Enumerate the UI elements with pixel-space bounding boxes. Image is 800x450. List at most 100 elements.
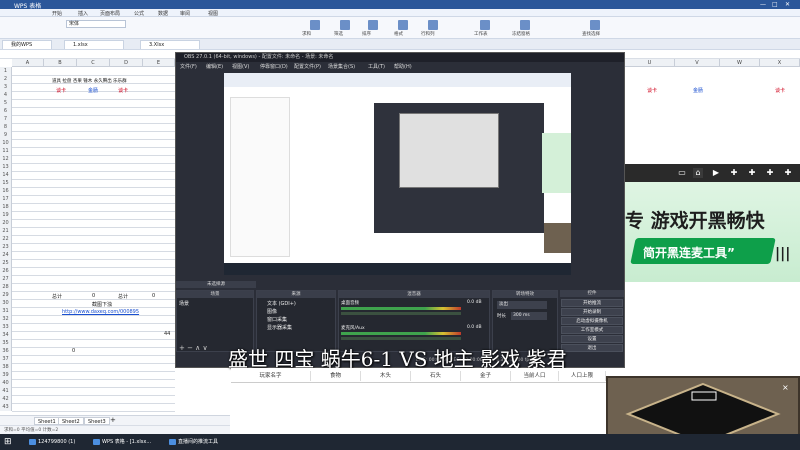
row-header[interactable]: 28 xyxy=(0,283,12,291)
row-header[interactable]: 35 xyxy=(0,339,12,347)
duration-input[interactable]: 300 ms xyxy=(511,312,547,320)
menu-layout[interactable]: 页面布局 xyxy=(100,10,120,17)
row-header[interactable]: 3 xyxy=(0,83,12,91)
menu-formula[interactable]: 公式 xyxy=(134,10,144,17)
find-icon[interactable] xyxy=(590,20,600,30)
gamepad-icon-2[interactable]: ✚ xyxy=(747,168,757,178)
taskbar-item-obs[interactable]: 直播间的推流工具 xyxy=(168,437,218,447)
row-header[interactable]: 15 xyxy=(0,179,12,187)
fader-desktop[interactable] xyxy=(341,312,461,315)
row-header[interactable]: 33 xyxy=(0,323,12,331)
maximize-icon[interactable]: □ xyxy=(772,1,778,8)
gamepad-icon-4[interactable]: ✚ xyxy=(783,168,793,178)
source-window-capture[interactable]: 窗口采集 xyxy=(267,316,287,323)
col-header-x[interactable]: X xyxy=(760,59,800,67)
row-header[interactable]: 32 xyxy=(0,315,12,323)
source-display-capture[interactable]: 显示器采集 xyxy=(267,324,292,331)
site-link[interactable]: http://www.daxeq.com/000895 xyxy=(62,309,139,315)
menu-review[interactable]: 审阅 xyxy=(180,10,190,17)
row-header[interactable]: 5 xyxy=(0,99,12,107)
sheet-tab-2[interactable]: Sheet2 xyxy=(58,417,84,425)
row-header[interactable]: 10 xyxy=(0,139,12,147)
rows-cols-icon[interactable] xyxy=(428,20,438,30)
freeze-icon[interactable] xyxy=(520,20,530,30)
row-header[interactable]: 7 xyxy=(0,115,12,123)
add-sheet-icon[interactable]: + xyxy=(110,416,116,424)
row-header[interactable]: 8 xyxy=(0,123,12,131)
source-image[interactable]: 图像 xyxy=(267,308,277,315)
source-text-gdi[interactable]: 文本 (GDI+) xyxy=(267,300,296,307)
col-header-c[interactable]: C xyxy=(77,59,110,67)
format-icon[interactable] xyxy=(398,20,408,30)
row-header[interactable]: 6 xyxy=(0,107,12,115)
row-header[interactable]: 18 xyxy=(0,203,12,211)
obs-menu-docks[interactable]: 停靠窗口(D) xyxy=(260,62,288,72)
taskbar-item-1[interactable]: 124799800 (1) xyxy=(28,437,75,447)
menu-insert[interactable]: 插入 xyxy=(78,10,88,17)
row-header[interactable]: 21 xyxy=(0,227,12,235)
obs-menu-view[interactable]: 视图(V) xyxy=(232,62,249,72)
menu-view[interactable]: 视图 xyxy=(208,10,218,17)
row-header[interactable]: 37 xyxy=(0,355,12,363)
row-header[interactable]: 22 xyxy=(0,235,12,243)
taskbar-item-wps[interactable]: WPS 表格 - [1.xlsx... xyxy=(92,437,151,447)
gamepad-icon-3[interactable]: ✚ xyxy=(765,168,775,178)
tab-1-xlsx[interactable]: 1.xlsx xyxy=(64,40,124,49)
start-record-button[interactable]: 开始录制 xyxy=(561,308,623,316)
col-header-d[interactable]: D xyxy=(110,59,143,67)
row-header[interactable]: 36 xyxy=(0,347,12,355)
row-header[interactable]: 40 xyxy=(0,379,12,387)
row-header[interactable]: 29 xyxy=(0,291,12,299)
sheet-tab-1[interactable]: Sheet1 xyxy=(34,417,60,425)
row-header[interactable]: 12 xyxy=(0,155,12,163)
home-icon[interactable]: ⌂ xyxy=(693,168,703,178)
sheet-tab-3[interactable]: Sheet3 xyxy=(84,417,110,425)
col-header-v[interactable]: V xyxy=(675,59,720,67)
virtual-camera-button[interactable]: 启动虚拟摄像机 xyxy=(561,317,623,325)
ad-banner[interactable]: 专 游戏开黑畅快 简开黑连麦工具” ||| xyxy=(625,182,800,282)
settings-button[interactable]: 设置 xyxy=(561,335,623,343)
start-icon[interactable]: ⊞ xyxy=(4,437,14,447)
obs-menu-tools[interactable]: 工具(T) xyxy=(368,62,385,72)
row-header[interactable]: 16 xyxy=(0,187,12,195)
col-header-u[interactable]: U xyxy=(625,59,675,67)
close-icon[interactable]: ✕ xyxy=(785,1,790,8)
scene-add-icon[interactable]: + − ∧ ∨ xyxy=(179,344,208,352)
font-name-box[interactable]: 宋体 xyxy=(66,20,126,28)
row-header[interactable]: 19 xyxy=(0,211,12,219)
col-header-w[interactable]: W xyxy=(720,59,760,67)
row-header[interactable]: 31 xyxy=(0,307,12,315)
col-header-a[interactable]: A xyxy=(12,59,44,67)
transition-select[interactable]: 淡出 xyxy=(497,301,547,309)
row-header[interactable]: 39 xyxy=(0,371,12,379)
row-header[interactable]: 13 xyxy=(0,163,12,171)
scene-item[interactable]: 场景 xyxy=(179,300,189,307)
row-header[interactable]: 14 xyxy=(0,171,12,179)
menu-data[interactable]: 数据 xyxy=(158,10,168,17)
col-header-e[interactable]: E xyxy=(143,59,175,67)
row-header[interactable]: 24 xyxy=(0,251,12,259)
fader-mic[interactable] xyxy=(341,337,461,340)
sum-icon[interactable] xyxy=(310,20,320,30)
row-header[interactable]: 42 xyxy=(0,395,12,403)
row-header[interactable]: 43 xyxy=(0,403,12,411)
worksheet-icon[interactable] xyxy=(480,20,490,30)
row-header[interactable]: 20 xyxy=(0,219,12,227)
obs-menu-file[interactable]: 文件(F) xyxy=(180,62,197,72)
minimize-icon[interactable]: — xyxy=(760,1,766,8)
row-header[interactable]: 4 xyxy=(0,91,12,99)
row-header[interactable]: 27 xyxy=(0,275,12,283)
row-header[interactable]: 1 xyxy=(0,67,12,75)
row-header[interactable]: 23 xyxy=(0,243,12,251)
col-header-b[interactable]: B xyxy=(44,59,77,67)
studio-mode-button[interactable]: 工作室模式 xyxy=(561,326,623,334)
row-header[interactable]: 9 xyxy=(0,131,12,139)
row-header[interactable]: 38 xyxy=(0,363,12,371)
play-icon[interactable]: ▶ xyxy=(711,168,721,178)
obs-menu-profile[interactable]: 配置文件(P) xyxy=(294,62,321,72)
obs-menu-edit[interactable]: 编辑(E) xyxy=(206,62,223,72)
gamepad-icon[interactable]: ✚ xyxy=(729,168,739,178)
video-icon[interactable]: ▭ xyxy=(677,168,687,178)
row-header[interactable]: 2 xyxy=(0,75,12,83)
row-header[interactable]: 34 xyxy=(0,331,12,339)
